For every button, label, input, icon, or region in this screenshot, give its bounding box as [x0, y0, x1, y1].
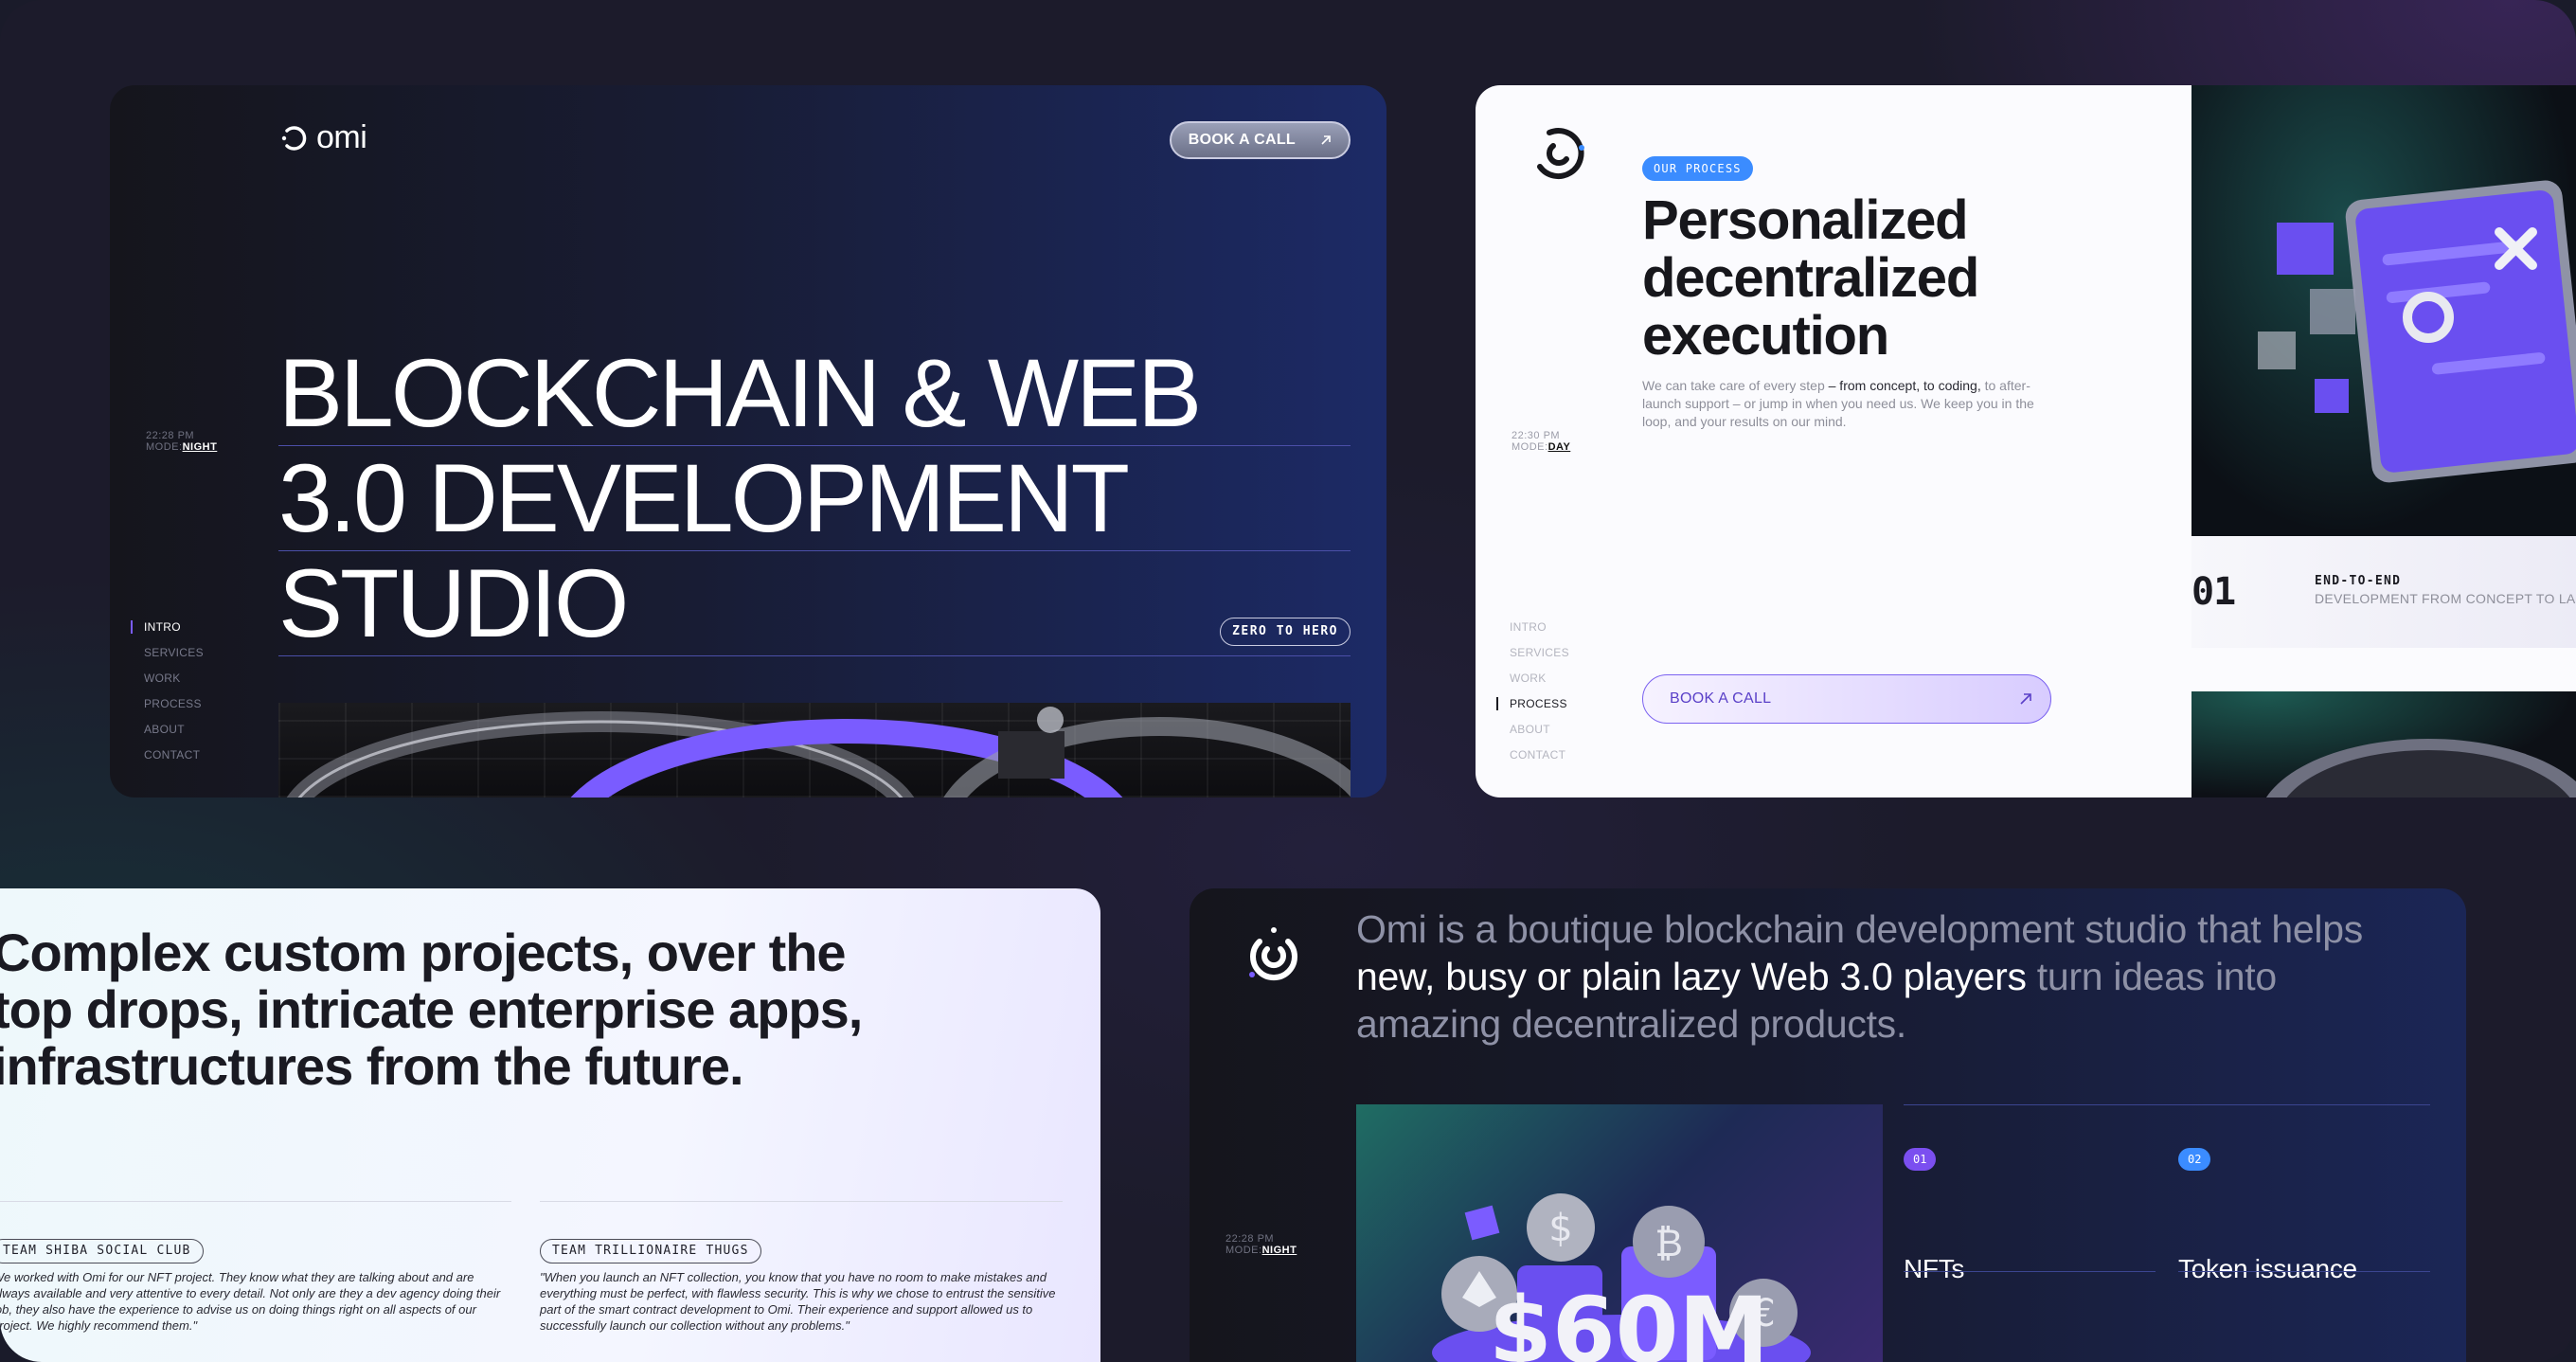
svg-text:₿: ₿ [1655, 1222, 1683, 1265]
testimonial-team-tag: TEAM TRILLIONAIRE THUGS [540, 1239, 761, 1263]
about-lead-highlight: new, busy or plain lazy Web 3.0 players [1356, 955, 2027, 998]
section-nav: INTRO SERVICES WORK PROCESS ABOUT CONTAC… [131, 620, 204, 774]
omi-logo[interactable] [1241, 923, 1307, 994]
nav-item-services[interactable]: SERVICES [1496, 646, 1569, 672]
nav-item-process[interactable]: PROCESS [1496, 697, 1569, 723]
clock-time: 22:28 PM [146, 430, 195, 441]
testimonials-panel: Complex custom projects, over the top dr… [0, 888, 1100, 1362]
process-3d-artwork [2191, 85, 2576, 536]
divider [1904, 1271, 2156, 1272]
nav-item-about[interactable]: ABOUT [1496, 723, 1569, 748]
card-label: NFTs [1904, 1254, 1965, 1283]
svg-text:$: $ [1548, 1207, 1572, 1250]
process-desc-part-1: We can take care of every step [1642, 378, 1825, 393]
mode-label: MODE: [146, 441, 183, 453]
time-mode-indicator: 22:28 PM MODE:NIGHT [1225, 1233, 1297, 1256]
process-description: We can take care of every step – from co… [1642, 377, 2040, 431]
crypto-coins-artwork: $ ₿ € $60M [1356, 1104, 1883, 1362]
omi-logo-icon [1537, 128, 1584, 180]
showcase-canvas: omi BOOK A CALL 22:28 PM MODE:NIGHT INTR… [0, 0, 2576, 1362]
omi-logo[interactable]: omi [278, 119, 367, 156]
book-call-button[interactable]: BOOK A CALL [1169, 121, 1351, 159]
omi-logo[interactable] [1527, 119, 1593, 190]
nav-item-process[interactable]: PROCESS [131, 697, 204, 723]
time-mode-indicator: 22:28 PM MODE:NIGHT [146, 430, 217, 453]
step-description: DEVELOPMENT FROM CONCEPT TO LAUNCH [2315, 591, 2576, 606]
card-number-badge: 01 [1904, 1148, 1937, 1171]
divider [0, 1201, 511, 1202]
divider [2178, 1271, 2430, 1272]
arrow-up-right-icon [2020, 693, 2031, 705]
hero-panel: omi BOOK A CALL 22:28 PM MODE:NIGHT INTR… [110, 85, 1386, 797]
card-label: Token issuance [2178, 1254, 2357, 1283]
card-number-badge: 02 [2178, 1148, 2211, 1171]
book-call-label: BOOK A CALL [1670, 690, 1772, 707]
service-card-nfts[interactable]: 01 NFTs [1904, 1104, 2156, 1283]
section-nav: INTRO SERVICES WORK PROCESS ABOUT CONTAC… [1496, 620, 1569, 774]
step-number: 01 [2191, 570, 2236, 614]
about-lead-part-1: Omi is a boutique blockchain development… [1356, 907, 2363, 951]
process-step-row: 01 END-TO-END DEVELOPMENT FROM CONCEPT T… [2191, 536, 2576, 648]
omi-logo-icon [1249, 927, 1297, 981]
hero-3d-artwork [278, 703, 1351, 797]
divider [540, 1201, 1063, 1202]
nav-item-services[interactable]: SERVICES [131, 646, 204, 672]
testimonial-quote: We worked with Omi for our NFT project. … [0, 1270, 501, 1333]
testimonial-quote: "When you launch an NFT collection, you … [540, 1270, 1056, 1333]
hero-headline: BLOCKCHAIN & WEB 3.0 DEVELOPMENT STUDIO [278, 341, 1351, 656]
process-title: Personalized decentralized execution [1642, 189, 1979, 367]
mode-toggle[interactable]: DAY [1548, 441, 1571, 453]
nav-item-contact[interactable]: CONTACT [131, 748, 204, 774]
our-process-tag: OUR PROCESS [1642, 156, 1753, 181]
hero-line-3: STUDIO [278, 551, 1351, 656]
nav-item-work[interactable]: WORK [131, 672, 204, 697]
time-mode-indicator: 22:30 PM MODE:DAY [1512, 430, 1570, 453]
process-desc-highlight: – from concept, to coding, [1824, 378, 1981, 393]
about-lead-text: Omi is a boutique blockchain development… [1356, 905, 2417, 1048]
nav-item-about[interactable]: ABOUT [131, 723, 204, 748]
clock-time: 22:28 PM [1225, 1233, 1275, 1245]
hero-line-1: BLOCKCHAIN & WEB [278, 341, 1351, 446]
arrow-up-right-icon [1321, 135, 1331, 145]
artwork-amount-text: $60M [1489, 1278, 1769, 1362]
projects-lead-text: Complex custom projects, over the top dr… [0, 923, 863, 1096]
mode-label: MODE: [1512, 441, 1548, 453]
nav-item-intro[interactable]: INTRO [1496, 620, 1569, 646]
book-call-label: BOOK A CALL [1188, 132, 1296, 148]
mode-toggle[interactable]: NIGHT [1262, 1245, 1297, 1256]
zero-to-hero-badge: ZERO TO HERO [1220, 618, 1351, 646]
step-title: END-TO-END [2315, 574, 2402, 588]
hero-line-2: 3.0 DEVELOPMENT [278, 446, 1351, 551]
mode-label: MODE: [1225, 1245, 1262, 1256]
logo-text: omi [316, 119, 367, 155]
process-panel: OUR PROCESS Personalized decentralized e… [1476, 85, 2576, 797]
testimonial-team-tag: TEAM SHIBA SOCIAL CLUB [0, 1239, 204, 1263]
nav-item-work[interactable]: WORK [1496, 672, 1569, 697]
service-card-token-issuance[interactable]: 02 Token issuance [2178, 1104, 2430, 1283]
mode-toggle[interactable]: NIGHT [183, 441, 218, 453]
about-panel: Omi is a boutique blockchain development… [1190, 888, 2466, 1362]
nav-item-contact[interactable]: CONTACT [1496, 748, 1569, 774]
clock-time: 22:30 PM [1512, 430, 1561, 441]
nav-item-intro[interactable]: INTRO [131, 620, 204, 646]
omi-logo-icon [281, 125, 307, 151]
book-call-button[interactable]: BOOK A CALL [1642, 674, 2051, 724]
process-3d-artwork-secondary [2191, 691, 2576, 797]
